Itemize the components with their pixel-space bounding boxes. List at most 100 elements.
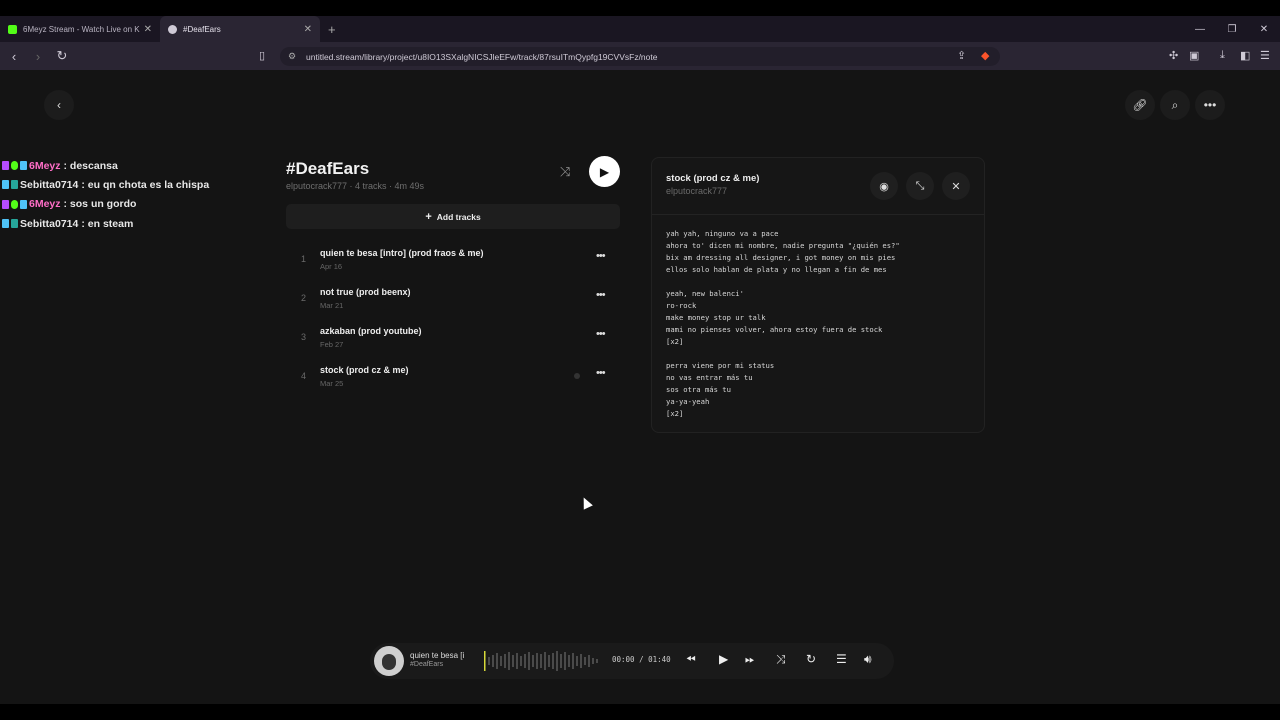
verified-badge-icon <box>11 199 18 209</box>
chat-text: : eu qn chota es la chispa <box>81 178 210 191</box>
rewind-icon[interactable]: ⏪︎ <box>686 652 696 667</box>
track-row[interactable]: 4 stock (prod cz & me) Mar 25 ••• <box>296 361 616 397</box>
project-title: #DeafEars <box>286 159 370 178</box>
chat-message: Sebitta0714 : eu qn chota es la chispa <box>2 175 209 194</box>
playhead <box>484 651 486 671</box>
browser-tab-deafears[interactable]: #DeafEars ✕ <box>160 16 320 42</box>
track-number: 1 <box>301 254 307 264</box>
play-button[interactable]: ▶ <box>589 156 620 187</box>
menu-icon[interactable]: ☰ <box>1260 49 1270 62</box>
expand-button[interactable]: ⤡ <box>906 172 934 200</box>
eye-icon: ◉ <box>879 180 889 193</box>
queue-icon[interactable]: ☰ <box>836 652 847 666</box>
close-tab-icon[interactable]: ✕ <box>144 24 152 35</box>
mic-badge-icon <box>2 161 9 171</box>
track-date: Feb 27 <box>320 340 344 349</box>
chat-text: : sos un gordo <box>63 198 137 211</box>
minimize-icon[interactable]: — <box>1184 24 1216 35</box>
waveform-scrubber[interactable] <box>484 649 604 673</box>
note-track-title: stock (prod cz & me) <box>666 173 760 184</box>
player-track-title: quien te besa [i <box>410 651 465 660</box>
track-number: 4 <box>301 371 307 381</box>
volume-icon[interactable]: 🔊︎ <box>864 652 872 667</box>
sub-badge-icon <box>11 219 18 229</box>
screen-bottom-bar <box>0 704 1280 720</box>
track-name: not true (prod beenx) <box>320 287 411 297</box>
track-name: azkaban (prod youtube) <box>320 326 422 336</box>
play-icon[interactable]: ▶ <box>719 652 728 666</box>
add-tracks-button[interactable]: + Add tracks <box>286 204 620 229</box>
reload-icon[interactable]: ↻ <box>52 48 72 64</box>
track-row[interactable]: 3 azkaban (prod youtube) Feb 27 ••• <box>296 322 616 358</box>
track-more-icon[interactable]: ••• <box>596 250 606 262</box>
repeat-icon[interactable]: ↻ <box>806 652 816 666</box>
wallet-icon[interactable]: ▣ <box>1189 49 1199 62</box>
expand-icon: ⤡ <box>915 179 925 192</box>
audio-player: quien te besa [i #DeafEars 00:00 / 01:40… <box>370 643 894 679</box>
more-icon: ••• <box>1203 98 1217 112</box>
close-tab-icon[interactable]: ✕ <box>304 24 312 35</box>
link-icon: 🔗︎ <box>1132 98 1148 112</box>
url-field[interactable]: ⚙ untitled.stream/library/project/u8IO13… <box>280 47 1000 66</box>
tab-label: 6Meyz Stream - Watch Live on K <box>23 24 140 34</box>
more-options-button[interactable]: ••• <box>1195 90 1225 120</box>
copy-link-button[interactable]: 🔗︎ <box>1125 90 1155 120</box>
screen-top-bar <box>0 0 1280 16</box>
address-bar-row: ‹ › ↻ ▯ ⚙ untitled.stream/library/projec… <box>0 42 1280 70</box>
maximize-icon[interactable]: ❐ <box>1216 24 1248 35</box>
track-more-icon[interactable]: ••• <box>596 328 606 340</box>
chat-username[interactable]: 6Meyz <box>29 160 61 172</box>
extensions-icon[interactable]: ✣ <box>1169 49 1178 62</box>
toggle-visibility-button[interactable]: ◉ <box>870 172 898 200</box>
playback-time: 00:00 / 01:40 <box>612 655 671 664</box>
browser-tab-bar: 6Meyz Stream - Watch Live on K ✕ #DeafEa… <box>0 16 1280 42</box>
track-more-icon[interactable]: ••• <box>596 289 606 301</box>
new-tab-icon[interactable]: + <box>328 22 336 37</box>
back-button[interactable]: ‹ <box>44 90 74 120</box>
site-info-icon[interactable]: ⚙ <box>288 51 296 62</box>
close-note-button[interactable]: ✕ <box>942 172 970 200</box>
chat-message: 6Meyz : sos un gordo <box>2 195 209 214</box>
chat-username[interactable]: Sebitta0714 <box>20 218 78 230</box>
browser-tab-kick[interactable]: 6Meyz Stream - Watch Live on K ✕ <box>0 16 160 42</box>
lyrics-text[interactable]: yah yah, ninguno va a pace ahora to' dic… <box>666 228 900 420</box>
close-window-icon[interactable]: ✕ <box>1248 24 1280 35</box>
fast-forward-icon[interactable]: ⏩︎ <box>745 652 755 667</box>
search-button[interactable]: ⌕ <box>1160 90 1190 120</box>
track-date: Apr 16 <box>320 262 343 271</box>
chat-text: : descansa <box>63 159 118 172</box>
project-subtitle: elputocrack777 · 4 tracks · 4m 49s <box>286 181 425 191</box>
back-icon[interactable]: ‹ <box>4 49 24 64</box>
track-date: Mar 21 <box>320 301 344 310</box>
player-project-name: #DeafEars <box>410 661 444 668</box>
chevron-left-icon: ‹ <box>57 98 61 112</box>
chat-text: : en steam <box>81 217 134 230</box>
sub-badge-icon <box>20 161 27 171</box>
track-number: 3 <box>301 332 307 342</box>
gift-badge-icon <box>2 219 9 229</box>
divider <box>652 214 984 215</box>
track-more-icon[interactable]: ••• <box>596 367 606 379</box>
chat-username[interactable]: 6Meyz <box>29 198 61 210</box>
add-tracks-label: Add tracks <box>436 211 481 222</box>
site-favicon-icon <box>168 24 177 34</box>
close-icon: ✕ <box>951 180 961 193</box>
track-number: 2 <box>301 293 307 303</box>
chat-message: Sebitta0714 : en steam <box>2 214 209 233</box>
note-track-artist: elputocrack777 <box>666 186 728 196</box>
sidebar-icon[interactable]: ◧ <box>1240 49 1250 62</box>
tab-label: #DeafEars <box>183 24 221 34</box>
chat-username[interactable]: Sebitta0714 <box>20 179 78 191</box>
share-icon[interactable]: ⇪ <box>957 49 966 62</box>
track-name: stock (prod cz & me) <box>320 365 409 375</box>
shuffle-icon[interactable]: ⤨ <box>776 652 786 667</box>
track-row[interactable]: 2 not true (prod beenx) Mar 21 ••• <box>296 283 616 319</box>
track-row[interactable]: 1 quien te besa [intro] (prod fraos & me… <box>296 244 616 280</box>
brave-shield-icon[interactable]: ◆ <box>981 49 989 62</box>
shuffle-icon[interactable]: ⤨ <box>560 164 570 180</box>
forward-icon[interactable]: › <box>28 49 48 64</box>
waveform-bars <box>488 651 598 671</box>
download-icon[interactable]: ⤓ <box>1220 49 1225 62</box>
bookmark-icon[interactable]: ▯ <box>259 49 265 62</box>
track-name: quien te besa [intro] (prod fraos & me) <box>320 248 484 258</box>
